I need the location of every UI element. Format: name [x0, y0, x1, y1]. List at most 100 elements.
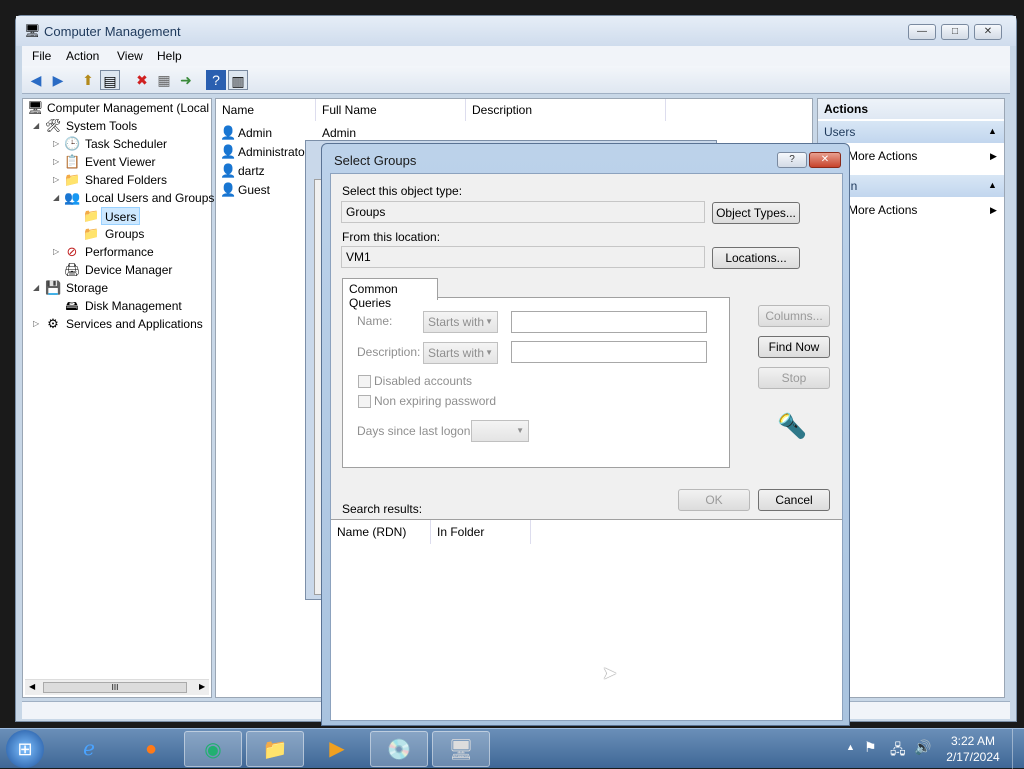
description-mode-select[interactable]: Starts with ▼ [423, 342, 498, 364]
services-icon: ⚙ [47, 316, 59, 331]
dialog-close-button[interactable]: ✕ [809, 152, 841, 168]
find-now-button[interactable]: Find Now [758, 336, 830, 358]
tree-task-scheduler[interactable]: Task Scheduler [85, 135, 167, 153]
back-icon[interactable]: ◀ [26, 70, 46, 90]
export-list-icon[interactable]: ➜ [176, 70, 196, 90]
tree-performance[interactable]: Performance [85, 243, 154, 261]
computer-management-icon: 🖥 [24, 23, 41, 38]
tree-services-apps[interactable]: Services and Applications [66, 315, 203, 333]
tree-root[interactable]: Computer Management (Local [47, 99, 209, 117]
days-since-logon-select[interactable]: ▼ [471, 420, 529, 442]
firefox-icon[interactable]: ● [122, 731, 180, 767]
menu-file[interactable]: File [32, 49, 51, 63]
more-actions-link[interactable]: More Actions [848, 149, 917, 163]
help-icon[interactable]: ? [206, 70, 226, 90]
folder-icon: 📁 [83, 208, 100, 223]
show-hidden-icons-icon[interactable]: ▲ [846, 742, 855, 752]
description-query-input[interactable] [511, 341, 707, 363]
computer-management-taskbar-icon[interactable]: 🖥 [432, 731, 490, 767]
column-in-folder[interactable]: In Folder [431, 520, 531, 544]
show-hide-action-pane-icon[interactable]: ▥ [228, 70, 248, 90]
collapse-arrow-icon[interactable]: ◢ [33, 283, 39, 292]
clock[interactable]: 3:22 AM 2/17/2024 [940, 733, 1006, 765]
toolbar: ◀ ▶ ⬆ ▤ ✖ ▦ ➜ ? ▥ [22, 66, 1010, 94]
expand-arrow-icon[interactable]: ▷ [53, 175, 59, 184]
show-desktop-button[interactable] [1012, 729, 1024, 769]
tree-local-users-groups[interactable]: Local Users and Groups [85, 189, 214, 207]
dialog-title: Select Groups [334, 153, 417, 168]
delete-icon[interactable]: ✖ [132, 70, 152, 90]
maximize-button[interactable]: □ [941, 24, 969, 40]
menu-view[interactable]: View [117, 49, 143, 63]
properties-icon[interactable]: ▦ [154, 70, 174, 90]
tree-groups[interactable]: Groups [105, 225, 144, 243]
title-bar[interactable]: 🖥 Computer Management — □ ✕ [16, 16, 1016, 46]
expand-arrow-icon[interactable]: ▷ [53, 139, 59, 148]
collapse-arrow-icon[interactable]: ◢ [33, 121, 39, 130]
non-expiring-password-checkbox[interactable] [358, 395, 371, 408]
volume-icon[interactable]: 🔊 [914, 739, 931, 756]
scroll-right-icon[interactable]: ▶ [199, 682, 205, 691]
collapse-arrow-icon[interactable]: ◢ [53, 193, 59, 202]
tree-system-tools[interactable]: System Tools [66, 117, 137, 135]
action-center-flag-icon[interactable]: ⚑ [864, 739, 877, 756]
name-query-input[interactable] [511, 311, 707, 333]
scroll-thumb[interactable]: III [43, 682, 187, 693]
close-button[interactable]: ✕ [974, 24, 1002, 40]
submenu-arrow-icon[interactable]: ▶ [990, 205, 997, 216]
columns-button[interactable]: Columns... [758, 305, 830, 327]
media-player-icon[interactable]: ▶ [308, 731, 366, 767]
column-name-rdn[interactable]: Name (RDN) [331, 520, 431, 544]
more-actions-link[interactable]: More Actions [848, 203, 917, 217]
tree-device-manager[interactable]: Device Manager [85, 261, 172, 279]
show-hide-tree-icon[interactable]: ▤ [100, 70, 120, 90]
name-mode-select[interactable]: Starts with ▼ [423, 311, 498, 333]
column-name[interactable]: Name [216, 99, 316, 121]
tree-event-viewer[interactable]: Event Viewer [85, 153, 155, 171]
list-item[interactable]: 👤 Guest [220, 181, 310, 199]
list-item[interactable]: 👤 dartz [220, 162, 310, 180]
column-full-name[interactable]: Full Name [316, 99, 466, 121]
name-query-label: Name: [357, 314, 393, 328]
file-explorer-icon[interactable]: 📁 [246, 731, 304, 767]
disc-app-icon[interactable]: 💿 [370, 731, 428, 767]
cancel-button[interactable]: Cancel [758, 489, 830, 511]
tree-users[interactable]: Users [101, 207, 141, 225]
clock-time: 3:22 AM [950, 734, 996, 748]
disabled-accounts-checkbox[interactable] [358, 375, 371, 388]
expand-arrow-icon[interactable]: ▷ [53, 247, 59, 256]
expand-arrow-icon[interactable]: ▷ [33, 319, 39, 328]
object-types-button[interactable]: Object Types... [712, 202, 800, 224]
scroll-left-icon[interactable]: ◀ [29, 682, 35, 691]
tab-common-queries[interactable]: Common Queries [342, 278, 438, 310]
minimize-button[interactable]: — [908, 24, 936, 40]
disk-icon: 🖴 [65, 298, 79, 313]
tree-shared-folders[interactable]: Shared Folders [85, 171, 167, 189]
location-field: VM1 [341, 246, 705, 268]
ok-button[interactable]: OK [678, 489, 750, 511]
submenu-arrow-icon[interactable]: ▶ [990, 151, 997, 162]
chevron-down-icon: ▼ [516, 426, 524, 435]
list-item[interactable]: 👤 Administrato [220, 143, 310, 161]
column-description[interactable]: Description [466, 99, 666, 121]
tree-storage[interactable]: Storage [66, 279, 108, 297]
horizontal-scrollbar[interactable]: ◀ III ▶ [25, 679, 209, 695]
tree-disk-management[interactable]: Disk Management [85, 297, 182, 315]
internet-explorer-icon[interactable]: ℯ [60, 731, 118, 767]
search-results-list[interactable]: Name (RDN) In Folder [331, 519, 842, 720]
start-button-icon[interactable]: ⊞ [6, 730, 44, 768]
non-expiring-password-label: Non expiring password [374, 394, 497, 408]
menu-help[interactable]: Help [157, 49, 182, 63]
locations-button[interactable]: Locations... [712, 247, 800, 269]
dialog-help-button[interactable]: ? [777, 152, 807, 168]
network-icon[interactable]: 🖧 [890, 739, 906, 763]
forward-icon[interactable]: ▶ [48, 70, 68, 90]
expand-arrow-icon[interactable]: ▷ [53, 157, 59, 166]
stop-button[interactable]: Stop [758, 367, 830, 389]
collapse-up-icon[interactable]: ▲ [988, 180, 997, 190]
collapse-up-icon[interactable]: ▲ [988, 126, 997, 136]
up-folder-icon[interactable]: ⬆ [78, 70, 98, 90]
actions-section-users[interactable]: Users [818, 121, 1004, 143]
edge-icon[interactable]: ◉ [184, 731, 242, 767]
menu-action[interactable]: Action [66, 49, 99, 63]
